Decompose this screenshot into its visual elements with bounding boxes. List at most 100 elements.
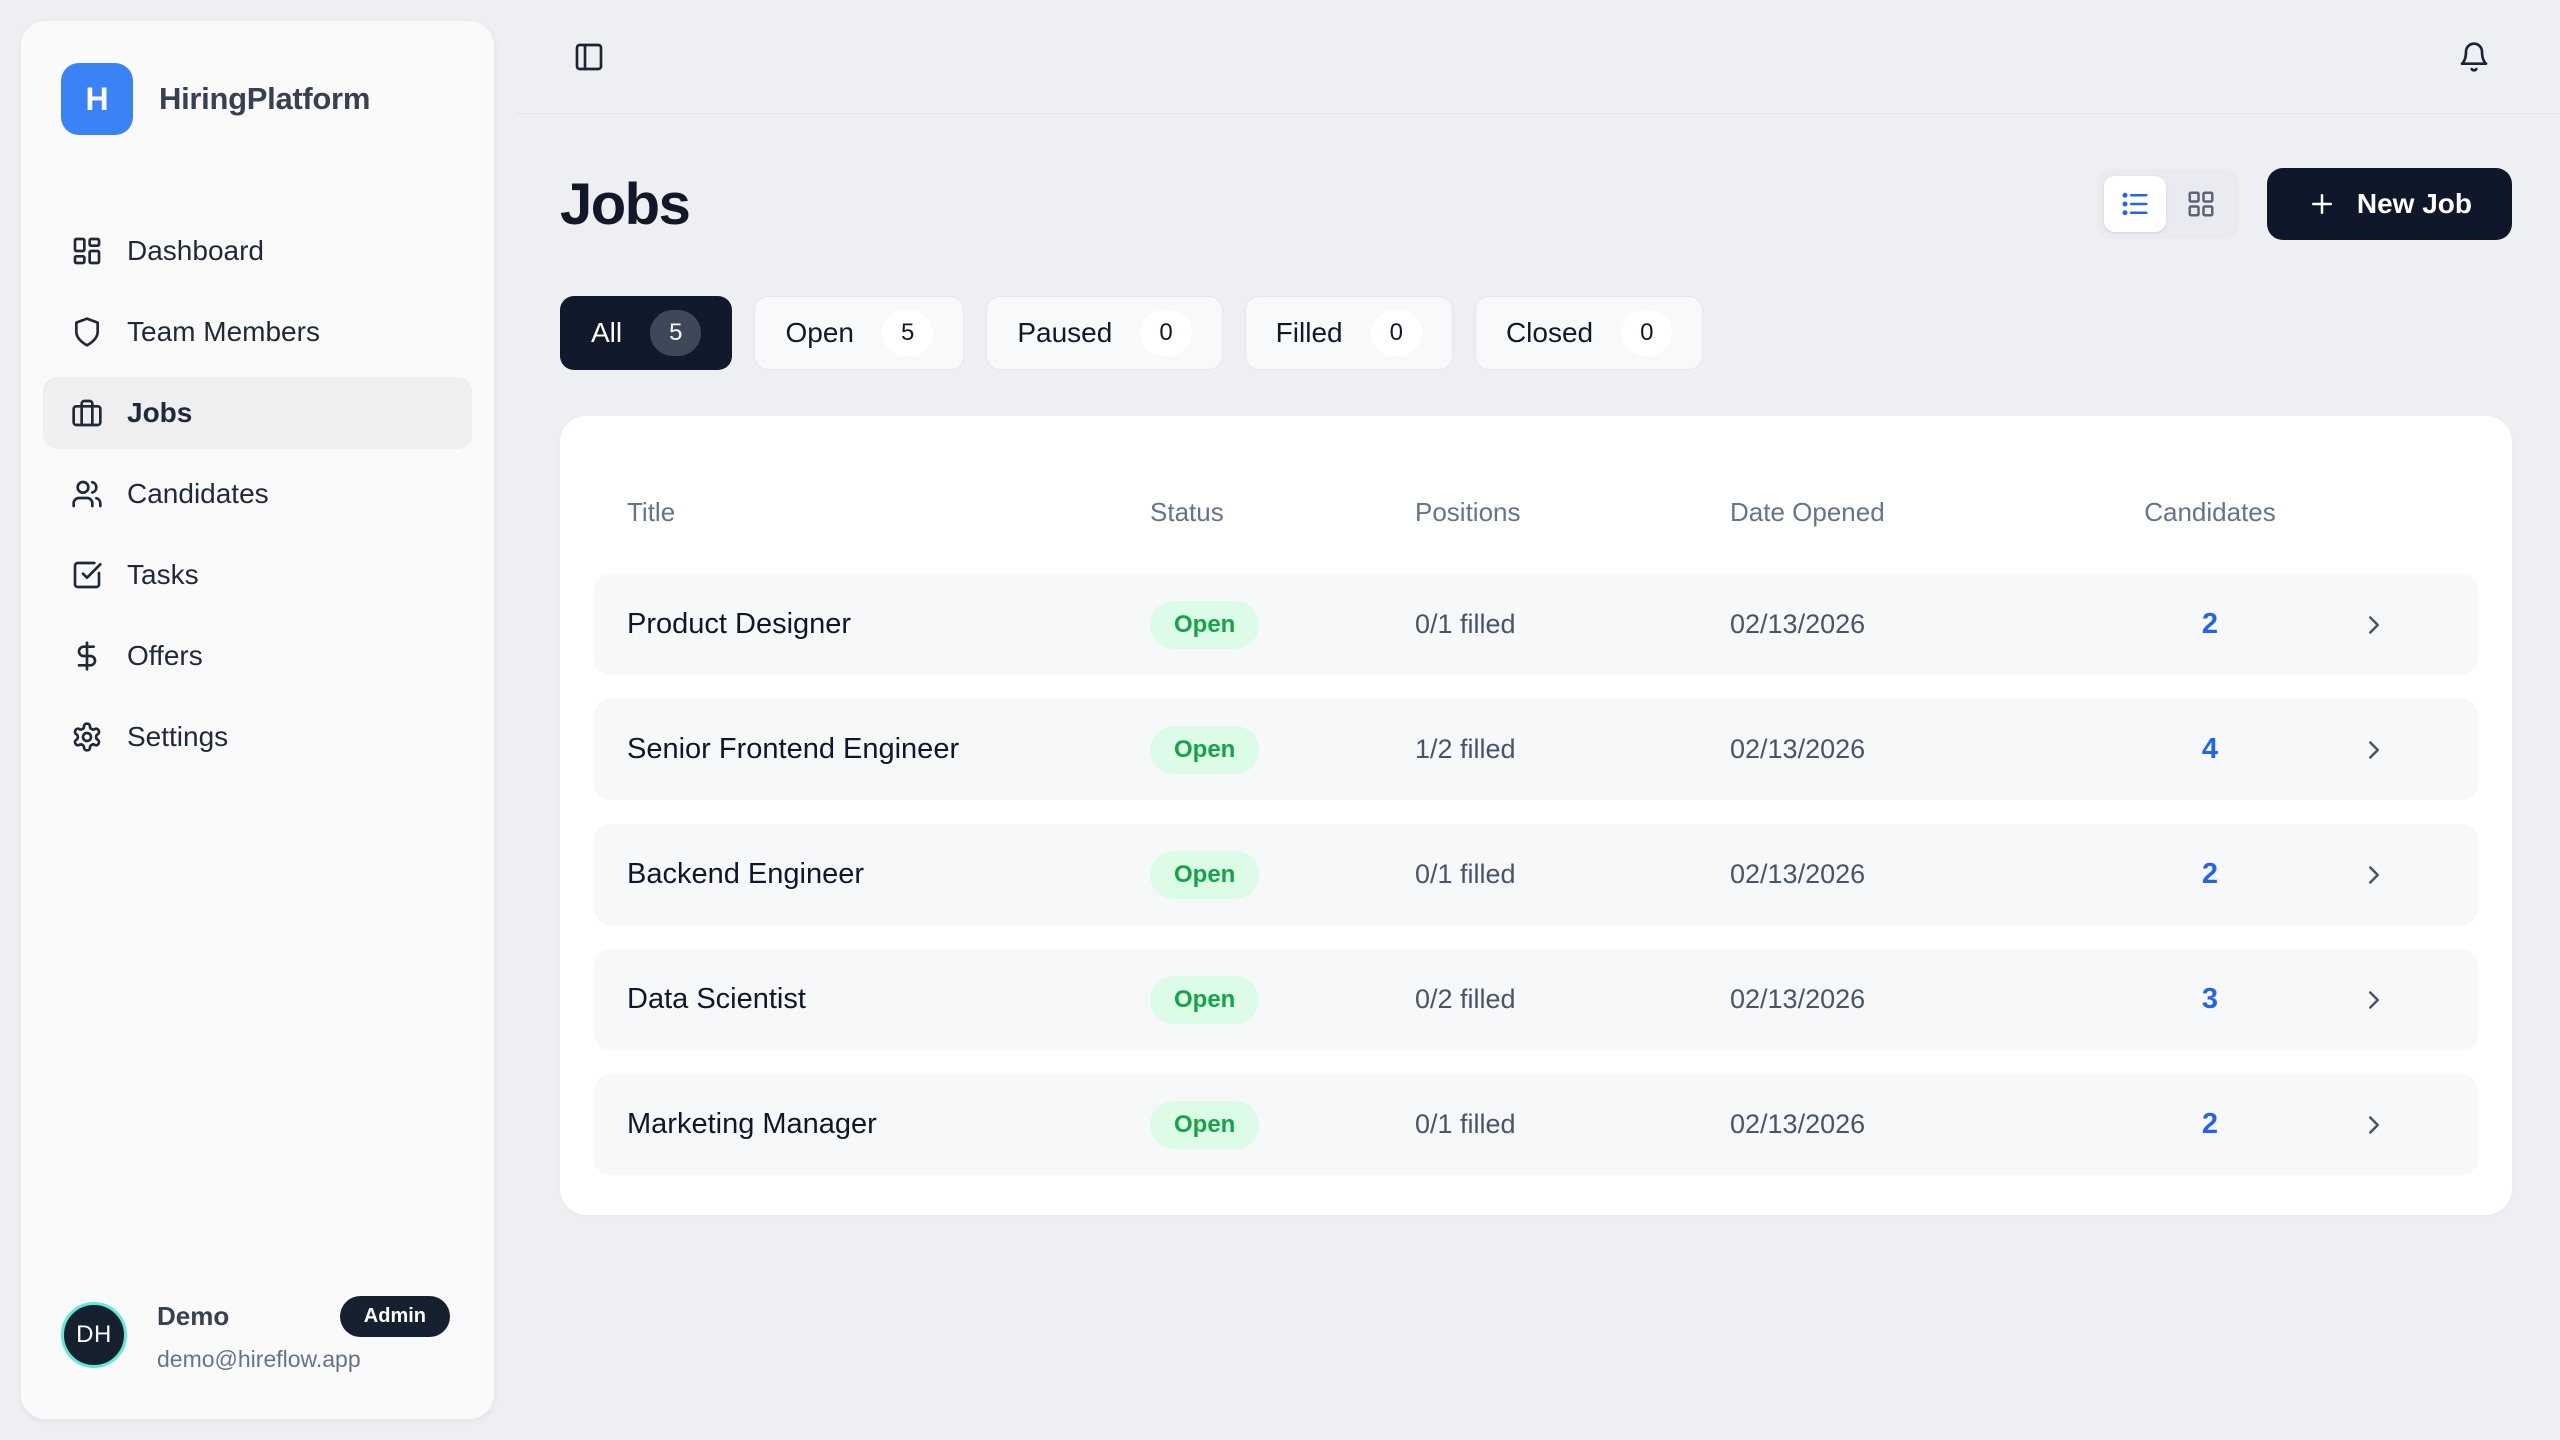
sidebar-item-label: Candidates bbox=[127, 478, 269, 510]
filter-open[interactable]: Open 5 bbox=[754, 296, 964, 370]
positions-cell: 0/2 filled bbox=[1415, 984, 1730, 1015]
job-title: Data Scientist bbox=[627, 983, 1150, 1016]
app-logo: H HiringPlatform bbox=[21, 21, 494, 135]
candidates-count[interactable]: 2 bbox=[2130, 608, 2290, 641]
filter-label: Open bbox=[785, 317, 854, 349]
filter-filled[interactable]: Filled 0 bbox=[1245, 296, 1453, 370]
chevron-right-icon[interactable] bbox=[2359, 860, 2445, 890]
dollar-icon bbox=[71, 640, 103, 672]
sidebar: H HiringPlatform Dashboard Team Members bbox=[20, 20, 495, 1420]
filter-label: Closed bbox=[1506, 317, 1593, 349]
filter-count: 5 bbox=[650, 310, 701, 356]
sidebar-item-candidates[interactable]: Candidates bbox=[43, 458, 472, 530]
job-title: Marketing Manager bbox=[627, 1108, 1150, 1141]
positions-cell: 0/1 filled bbox=[1415, 1109, 1730, 1140]
status-badge: Open bbox=[1150, 1101, 1259, 1149]
sidebar-item-settings[interactable]: Settings bbox=[43, 701, 472, 773]
status-badge: Open bbox=[1150, 976, 1259, 1024]
sidebar-item-team-members[interactable]: Team Members bbox=[43, 296, 472, 368]
users-icon bbox=[71, 478, 103, 510]
table-row[interactable]: Product Designer Open 0/1 filled 02/13/2… bbox=[594, 574, 2478, 675]
date-opened-cell: 02/13/2026 bbox=[1730, 984, 2130, 1015]
job-title: Senior Frontend Engineer bbox=[627, 733, 1150, 766]
sidebar-item-label: Dashboard bbox=[127, 235, 264, 267]
user-name: Demo bbox=[157, 1301, 229, 1332]
check-square-icon bbox=[71, 559, 103, 591]
main-area: Jobs bbox=[515, 0, 2560, 1440]
filter-count: 0 bbox=[1140, 310, 1191, 356]
new-job-button[interactable]: New Job bbox=[2267, 168, 2512, 240]
candidates-count[interactable]: 3 bbox=[2130, 983, 2290, 1016]
briefcase-icon bbox=[71, 397, 103, 429]
status-filters: All 5 Open 5 Paused 0 Filled 0 Closed bbox=[560, 296, 2512, 370]
chevron-right-icon[interactable] bbox=[2359, 610, 2445, 640]
col-title: Title bbox=[627, 497, 1150, 528]
filter-count: 0 bbox=[1371, 310, 1422, 356]
user-email: demo@hireflow.app bbox=[157, 1346, 450, 1373]
filter-label: Paused bbox=[1017, 317, 1112, 349]
topbar bbox=[515, 0, 2560, 114]
table-row[interactable]: Backend Engineer Open 0/1 filled 02/13/2… bbox=[594, 824, 2478, 925]
grid-icon bbox=[2186, 189, 2216, 219]
chevron-right-icon[interactable] bbox=[2359, 735, 2445, 765]
list-icon bbox=[2120, 189, 2150, 219]
candidates-count[interactable]: 2 bbox=[2130, 858, 2290, 891]
filter-count: 5 bbox=[882, 310, 933, 356]
col-candidates: Candidates bbox=[2130, 497, 2290, 528]
filter-count: 0 bbox=[1621, 310, 1672, 356]
sidebar-toggle-icon[interactable] bbox=[573, 41, 605, 73]
user-profile[interactable]: DH Demo Admin demo@hireflow.app bbox=[21, 1296, 494, 1419]
positions-cell: 1/2 filled bbox=[1415, 734, 1730, 765]
positions-cell: 0/1 filled bbox=[1415, 609, 1730, 640]
dashboard-icon bbox=[71, 235, 103, 267]
list-view-button[interactable] bbox=[2104, 176, 2166, 232]
app-root: H HiringPlatform Dashboard Team Members bbox=[0, 0, 2560, 1440]
chevron-right-icon[interactable] bbox=[2359, 1110, 2445, 1140]
gear-icon bbox=[71, 721, 103, 753]
new-job-label: New Job bbox=[2357, 188, 2472, 220]
table-row[interactable]: Senior Frontend Engineer Open 1/2 filled… bbox=[594, 699, 2478, 800]
status-badge: Open bbox=[1150, 851, 1259, 899]
sidebar-item-jobs[interactable]: Jobs bbox=[43, 377, 472, 449]
avatar: DH bbox=[61, 1302, 127, 1368]
content: Jobs bbox=[515, 114, 2560, 1215]
filter-label: All bbox=[591, 317, 622, 349]
chevron-right-icon[interactable] bbox=[2359, 985, 2445, 1015]
sidebar-item-tasks[interactable]: Tasks bbox=[43, 539, 472, 611]
candidates-count[interactable]: 4 bbox=[2130, 733, 2290, 766]
filter-closed[interactable]: Closed 0 bbox=[1475, 296, 1704, 370]
date-opened-cell: 02/13/2026 bbox=[1730, 1109, 2130, 1140]
role-badge: Admin bbox=[340, 1296, 450, 1337]
shield-icon bbox=[71, 316, 103, 348]
jobs-table-card: Title Status Positions Date Opened Candi… bbox=[560, 416, 2512, 1215]
candidates-count[interactable]: 2 bbox=[2130, 1108, 2290, 1141]
sidebar-item-label: Tasks bbox=[127, 559, 199, 591]
user-info: Demo Admin demo@hireflow.app bbox=[157, 1296, 450, 1373]
status-badge: Open bbox=[1150, 601, 1259, 649]
plus-icon bbox=[2307, 189, 2337, 219]
col-positions: Positions bbox=[1415, 497, 1730, 528]
sidebar-item-dashboard[interactable]: Dashboard bbox=[43, 215, 472, 287]
filter-all[interactable]: All 5 bbox=[560, 296, 732, 370]
date-opened-cell: 02/13/2026 bbox=[1730, 609, 2130, 640]
sidebar-item-offers[interactable]: Offers bbox=[43, 620, 472, 692]
job-title: Product Designer bbox=[627, 608, 1150, 641]
sidebar-item-label: Team Members bbox=[127, 316, 320, 348]
grid-view-button[interactable] bbox=[2170, 176, 2232, 232]
date-opened-cell: 02/13/2026 bbox=[1730, 734, 2130, 765]
job-title: Backend Engineer bbox=[627, 858, 1150, 891]
filter-paused[interactable]: Paused 0 bbox=[986, 296, 1222, 370]
table-row[interactable]: Marketing Manager Open 0/1 filled 02/13/… bbox=[594, 1074, 2478, 1175]
positions-cell: 0/1 filled bbox=[1415, 859, 1730, 890]
col-date-opened: Date Opened bbox=[1730, 497, 2130, 528]
table-row[interactable]: Data Scientist Open 0/2 filled 02/13/202… bbox=[594, 949, 2478, 1050]
page-title: Jobs bbox=[560, 171, 689, 238]
sidebar-item-label: Settings bbox=[127, 721, 228, 753]
col-status: Status bbox=[1150, 497, 1415, 528]
filter-label: Filled bbox=[1276, 317, 1343, 349]
app-title: HiringPlatform bbox=[159, 81, 370, 117]
bell-icon[interactable] bbox=[2458, 41, 2490, 73]
date-opened-cell: 02/13/2026 bbox=[1730, 859, 2130, 890]
app-logo-mark: H bbox=[61, 63, 133, 135]
sidebar-item-label: Jobs bbox=[127, 397, 192, 429]
